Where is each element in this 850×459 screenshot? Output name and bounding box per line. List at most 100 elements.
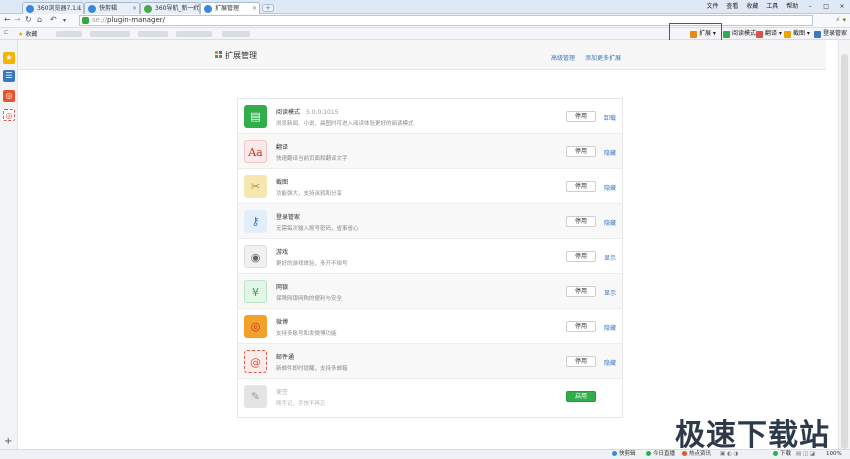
disable-button[interactable]: 停用 xyxy=(566,146,596,157)
status-live[interactable]: 今日直播 xyxy=(646,450,675,459)
disable-button[interactable]: 停用 xyxy=(566,216,596,227)
hide-link[interactable]: 隐藏 xyxy=(604,218,616,227)
watermark: 极速下载站 xyxy=(675,418,830,453)
extension-row: ◉ 游戏 更好的游戏体验，多开不掉号 停用 显示 xyxy=(238,239,622,274)
close-icon[interactable]: × xyxy=(76,3,81,14)
hide-link[interactable]: 隐藏 xyxy=(604,148,616,157)
add-more-extensions-link[interactable]: 添加更多扩展 xyxy=(585,53,621,62)
favorites-label: 收藏 xyxy=(25,31,38,38)
status-quick-clip[interactable]: 快剪辑 xyxy=(612,450,636,459)
close-window-icon[interactable]: × xyxy=(838,3,846,10)
history-dropdown-icon[interactable]: ▾ xyxy=(63,17,66,24)
lightning-icon[interactable]: ⚡ ▾ xyxy=(835,16,846,24)
extension-name-line: 邮件通 xyxy=(276,352,294,361)
hide-link[interactable]: 隐藏 xyxy=(604,183,616,192)
menu-view[interactable]: 查看 xyxy=(726,3,738,10)
play-icon xyxy=(646,451,651,456)
gamepad-icon: ◉ xyxy=(244,245,267,268)
favorite-item[interactable] xyxy=(138,31,168,37)
vertical-scrollbar[interactable] xyxy=(838,40,850,449)
favorite-item[interactable] xyxy=(222,31,250,37)
tab-strip: 360浏览器7.1.1 × 快剪辑 × 360导航_新一代 × 扩展管理 × +… xyxy=(0,0,850,14)
hide-link[interactable]: 隐藏 xyxy=(604,323,616,332)
star-icon[interactable]: ★ xyxy=(3,52,15,64)
list-icon[interactable]: ☰ xyxy=(3,70,15,82)
menu-help[interactable]: 帮助 xyxy=(786,3,798,10)
close-icon[interactable]: × xyxy=(132,3,137,14)
extension-name: 截图 xyxy=(276,179,289,186)
disable-button[interactable]: 停用 xyxy=(566,251,596,262)
toolbar-screenshot-button[interactable]: 截图 ▾ xyxy=(784,29,810,39)
extension-name-line: 阅读模式 5.0.0.1015 xyxy=(276,107,338,116)
add-sidebar-icon[interactable]: + xyxy=(4,436,12,447)
close-icon[interactable]: × xyxy=(252,3,257,14)
menu-file[interactable]: 文件 xyxy=(706,3,718,10)
book-icon xyxy=(723,31,730,38)
target-icon[interactable]: ◎ xyxy=(3,109,15,121)
weibo-icon[interactable]: ◎ xyxy=(3,90,15,102)
home-icon[interactable]: ⌂ xyxy=(37,15,42,24)
weibo-icon: ◎ xyxy=(244,315,267,338)
extension-row: Aa 翻译 快速翻译当前页面和翻译文字 停用 隐藏 xyxy=(238,134,622,169)
toolbar-reading-mode-button[interactable]: 阅读模式 xyxy=(723,29,756,39)
url-path: plugin-manager/ xyxy=(107,16,166,24)
extension-name-line: 登录管家 xyxy=(276,212,300,221)
favorite-item[interactable] xyxy=(176,31,212,37)
extension-name-line: 翻译 xyxy=(276,142,288,151)
tab-1[interactable]: 360浏览器7.1.1 × xyxy=(22,2,84,14)
minimize-icon[interactable]: – xyxy=(806,3,814,10)
scissors-icon xyxy=(88,5,96,13)
refresh-icon[interactable]: ↻ xyxy=(25,15,32,24)
uninstall-link[interactable]: 卸载 xyxy=(604,113,616,122)
toolbar-login-manager-button[interactable]: 登录管家 xyxy=(814,29,847,39)
disable-button[interactable]: 停用 xyxy=(566,321,596,332)
advanced-manage-link[interactable]: 高级管理 xyxy=(551,53,575,62)
disable-button[interactable]: 停用 xyxy=(566,356,596,367)
toolbar-ext-label: 阅读模式 xyxy=(732,30,757,37)
security-shield-icon xyxy=(82,17,89,24)
extension-row: ◎ 微博 支持多账号和发微博功能 停用 隐藏 xyxy=(238,309,622,344)
book-icon: ▤ xyxy=(244,105,267,128)
translate-icon xyxy=(756,31,763,38)
favorites-button[interactable]: ★ 收藏 xyxy=(18,29,37,38)
sidebar-toggle-icon[interactable]: ⊏ xyxy=(4,29,9,36)
menu-favorites[interactable]: 收藏 xyxy=(746,3,758,10)
show-link[interactable]: 显示 xyxy=(604,288,616,297)
toolbar-ext-label: 翻译 xyxy=(765,30,778,37)
extension-list: ▤ 阅读模式 5.0.0.1015 浏览新闻、小说、晨图时可进入阅读体验更好的阅读… xyxy=(237,98,623,418)
toolbar-translate-button[interactable]: 翻译 ▾ xyxy=(756,29,782,39)
extension-desc: 新邮件即时提醒，支持多邮箱 xyxy=(276,366,348,372)
favorite-item[interactable] xyxy=(90,31,130,37)
extension-row: ¥ 网银 保障网银网购的便利与安全 停用 显示 xyxy=(238,274,622,309)
extension-desc: 功能强大，支持涂鸦和分享 xyxy=(276,191,343,197)
extension-name: 阅读模式 xyxy=(276,109,301,116)
enable-button[interactable]: 启用 xyxy=(566,391,596,402)
undo-icon[interactable]: ↶ xyxy=(50,15,57,24)
close-icon[interactable]: × xyxy=(192,3,197,14)
mail-icon: @ xyxy=(244,350,267,373)
hide-link[interactable]: 隐藏 xyxy=(604,358,616,367)
forward-icon[interactable]: → xyxy=(14,15,21,24)
scrollbar-thumb[interactable] xyxy=(841,54,848,449)
disable-button[interactable]: 停用 xyxy=(566,111,596,122)
extension-name: 微博 xyxy=(276,319,289,326)
tab-3[interactable]: 360导航_新一代 × xyxy=(140,2,200,14)
menu-tools[interactable]: 工具 xyxy=(766,3,778,10)
disable-button[interactable]: 停用 xyxy=(566,286,596,297)
menu-bar: 文件 查看 收藏 工具 帮助 – □ × xyxy=(700,1,846,10)
favorite-item[interactable] xyxy=(56,31,82,37)
maximize-icon[interactable]: □ xyxy=(822,3,830,10)
extension-row: ▤ 阅读模式 5.0.0.1015 浏览新闻、小说、晨图时可进入阅读体验更好的阅读… xyxy=(238,99,622,134)
tab-4[interactable]: 扩展管理 × xyxy=(200,2,260,14)
back-icon[interactable]: ← xyxy=(4,15,11,24)
new-tab-button[interactable]: + xyxy=(262,4,274,12)
extension-desc: 支持多账号和发微博功能 xyxy=(276,331,337,337)
extension-name: 翻译 xyxy=(276,144,289,151)
show-link[interactable]: 显示 xyxy=(604,253,616,262)
disable-button[interactable]: 停用 xyxy=(566,181,596,192)
address-bar: ← → ↻ ⌂ ↶ ▾ se://plugin-manager/ ⚡ ▾ xyxy=(0,14,850,28)
tab-2[interactable]: 快剪辑 × xyxy=(84,2,140,14)
scissors-icon xyxy=(612,451,617,456)
extension-row: @ 邮件通 新邮件即时提醒，支持多邮箱 停用 隐藏 xyxy=(238,344,622,379)
page-header xyxy=(18,40,826,70)
